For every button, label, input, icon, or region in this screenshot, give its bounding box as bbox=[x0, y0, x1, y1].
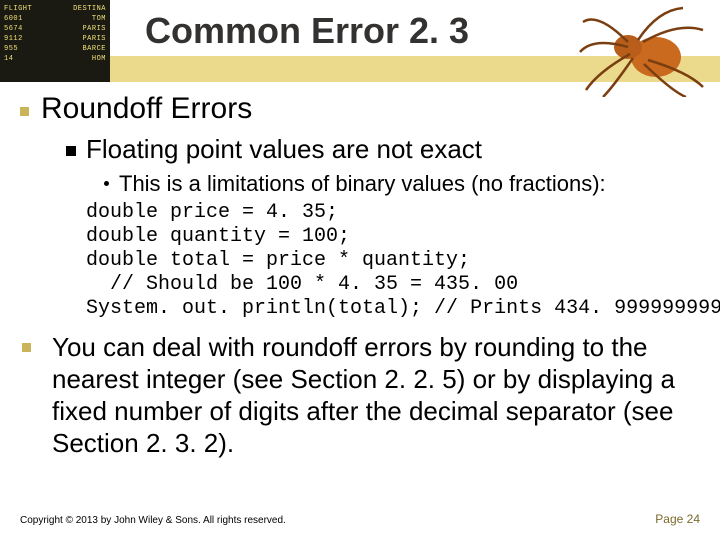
board-cell: 9112 bbox=[4, 34, 23, 44]
content-area: Roundoff Errors Floating point values ar… bbox=[20, 92, 700, 459]
board-cell: BARCE bbox=[82, 44, 106, 54]
spider-icon bbox=[578, 2, 708, 97]
board-cell: 6001 bbox=[4, 14, 23, 24]
bullet-text: Floating point values are not exact bbox=[86, 134, 482, 164]
page-number: Page 24 bbox=[655, 512, 700, 526]
bullet-level-3: This is a limitations of binary values (… bbox=[104, 171, 700, 197]
dot-bullet-icon bbox=[104, 181, 109, 186]
bullet-text: Roundoff Errors bbox=[41, 92, 252, 125]
board-cell: DESTINA bbox=[73, 4, 106, 14]
board-cell: 5674 bbox=[4, 24, 23, 34]
code-block: double price = 4. 35; double quantity = … bbox=[86, 201, 700, 321]
slide-title: Common Error 2. 3 bbox=[145, 10, 469, 52]
bullet-level-1: You can deal with roundoff errors by rou… bbox=[52, 331, 690, 459]
board-cell: PARIS bbox=[82, 24, 106, 34]
slide: FLIGHT DESTINA 6001 TOM 5674 PARIS 9112 PARI… bbox=[0, 0, 720, 540]
square-bullet-icon bbox=[66, 146, 76, 156]
bullet-level-2: Floating point values are not exact bbox=[66, 134, 700, 165]
board-cell: PARIS bbox=[82, 34, 106, 44]
copyright-text: Copyright © 2013 by John Wiley & Sons. A… bbox=[20, 515, 286, 526]
board-cell: HOM bbox=[92, 54, 106, 64]
bullet-level-1: Roundoff Errors bbox=[20, 92, 700, 126]
departure-board-image: FLIGHT DESTINA 6001 TOM 5674 PARIS 9112 PARI… bbox=[0, 0, 110, 82]
board-cell: FLIGHT bbox=[4, 4, 32, 14]
square-bullet-icon bbox=[20, 107, 29, 116]
paragraph-text: You can deal with roundoff errors by rou… bbox=[52, 332, 675, 458]
board-cell: 14 bbox=[4, 54, 13, 64]
board-cell: 955 bbox=[4, 44, 18, 54]
square-bullet-icon bbox=[22, 343, 31, 352]
board-cell: TOM bbox=[92, 14, 106, 24]
bullet-text: This is a limitations of binary values (… bbox=[119, 171, 606, 196]
